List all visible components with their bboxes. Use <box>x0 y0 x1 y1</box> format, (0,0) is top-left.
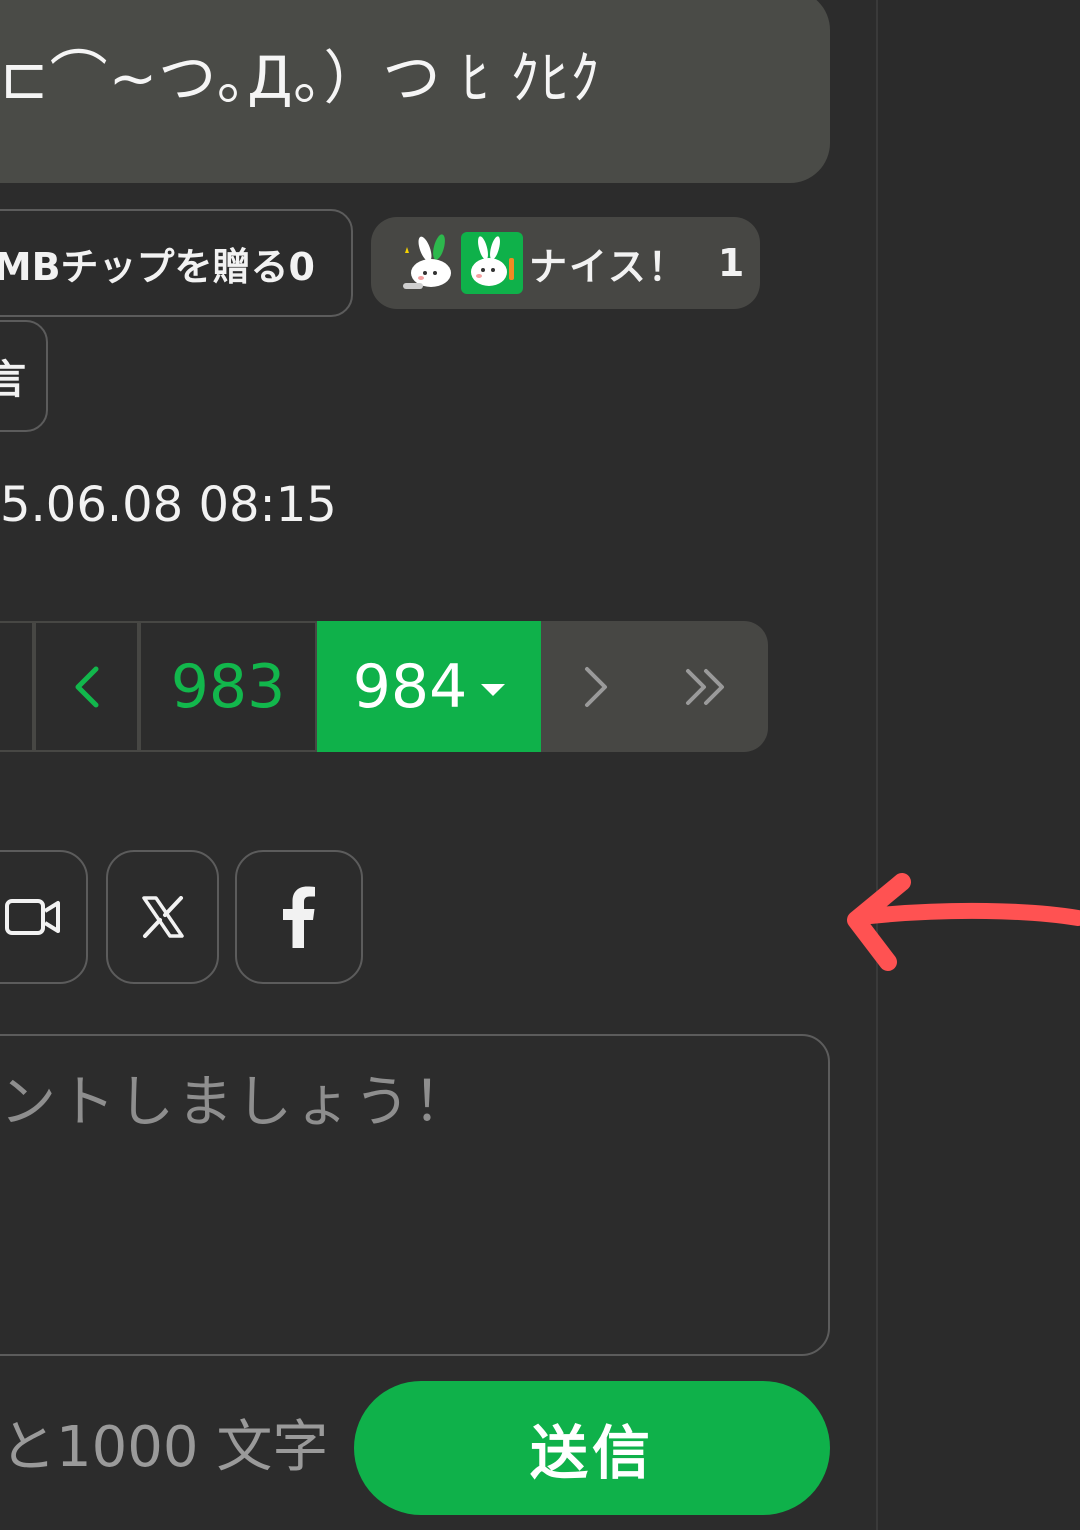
pagination-first-cell[interactable] <box>0 621 34 752</box>
video-icon <box>5 899 60 935</box>
rabbit-nice-stamp-icon <box>461 232 523 294</box>
send-label: 送信 <box>529 1419 654 1487</box>
share-x-button[interactable] <box>106 850 219 984</box>
double-chevron-right-icon <box>686 668 724 705</box>
nice-label: ナイス！ <box>529 244 688 289</box>
x-logo-icon <box>141 896 184 938</box>
chevron-right-icon <box>585 666 607 707</box>
reply-button[interactable]: 言 <box>0 320 48 432</box>
next-page-button[interactable] <box>541 621 651 752</box>
rabbit-stamp-icon <box>403 234 451 289</box>
page-number: 983 <box>170 651 286 722</box>
share-facebook-button[interactable] <box>235 850 363 984</box>
nice-count: 1 <box>717 241 745 285</box>
facebook-icon <box>283 886 315 948</box>
last-page-button[interactable] <box>651 621 761 752</box>
current-page-dropdown[interactable]: 984 <box>317 621 541 752</box>
remaining-characters: と1000 文字 <box>0 1415 329 1480</box>
chevron-left-icon <box>75 666 98 707</box>
send-tip-label: MBチップを贈る0 <box>0 244 315 289</box>
annotation-arrow-icon <box>847 873 1080 971</box>
right-empty-panel <box>878 0 1080 1530</box>
page-983-button[interactable]: 983 <box>139 621 317 752</box>
reply-label: 言 <box>0 347 26 405</box>
prev-page-button[interactable] <box>34 621 139 752</box>
share-video-button[interactable] <box>0 850 88 984</box>
send-button[interactable]: 送信 <box>354 1381 830 1515</box>
column-divider <box>876 0 878 1530</box>
current-page-number: 984 <box>352 651 468 722</box>
post-timestamp: 5.06.08 08:15 <box>0 477 337 533</box>
send-tip-button[interactable]: MBチップを贈る0 <box>0 209 353 317</box>
comment-placeholder: ントしましょう！ <box>0 1070 472 1135</box>
pagination-bar: 983 984 <box>0 621 768 752</box>
caret-down-icon <box>481 683 506 696</box>
comment-text: ⊏⌒~つ｡Д｡）つ ﾋ ｸﾋｸ <box>0 44 601 112</box>
nice-reaction-button[interactable]: ナイス！ 1 <box>371 217 760 309</box>
